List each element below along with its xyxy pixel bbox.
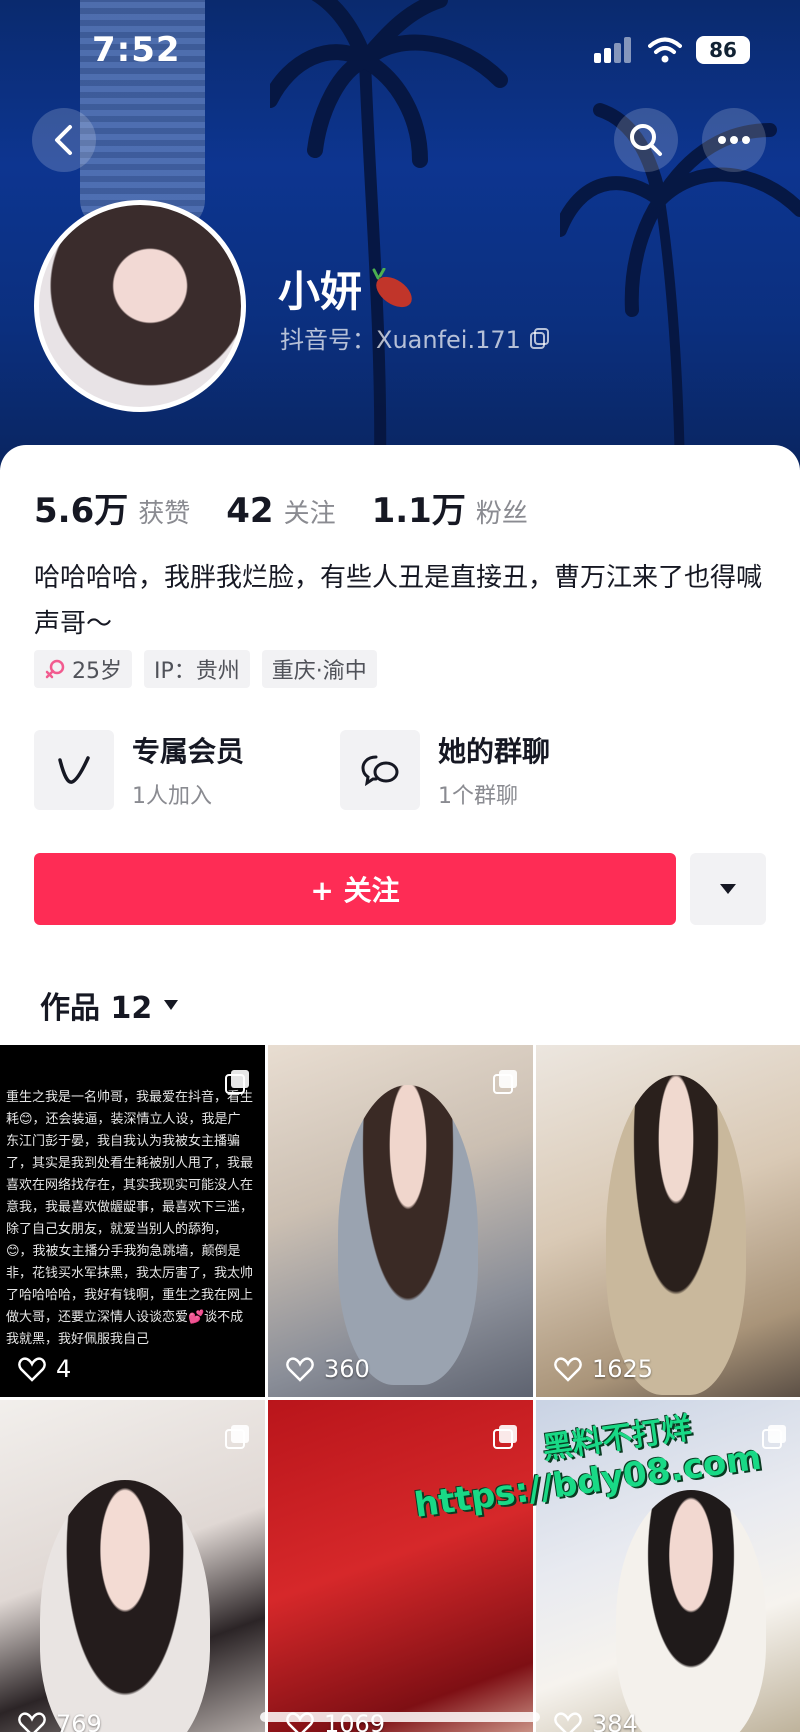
multi-image-icon	[762, 1425, 786, 1449]
multi-image-icon	[225, 1070, 249, 1094]
multi-image-icon	[493, 1070, 517, 1094]
post-text-content: 重生之我是一名帅哥，我最爱在抖音，看生耗😊，还会装逼，装深情立人设，我是广东江门…	[6, 1090, 254, 1347]
likes-count: 360	[324, 1355, 370, 1383]
wifi-icon	[648, 37, 682, 63]
post-image-subject	[606, 1075, 746, 1395]
douyin-id-row[interactable]: 抖音号：Xuanfei.171	[280, 320, 551, 355]
tab-works-label: 作品 12	[40, 991, 153, 1026]
stat-label: 粉丝	[475, 499, 528, 529]
post-likes: 360	[286, 1355, 370, 1383]
profile-name-row: 小妍	[278, 258, 416, 319]
service-subtitle: 1个群聊	[438, 784, 518, 809]
female-icon	[45, 659, 65, 679]
member-v-icon	[58, 756, 90, 784]
signal-icon	[594, 37, 631, 63]
stat-value: 1.1万	[371, 491, 466, 531]
heart-icon	[18, 1357, 46, 1382]
post-thumbnail[interactable]: 360	[268, 1045, 533, 1397]
post-thumbnail[interactable]: 769	[0, 1400, 265, 1732]
tag-location: 重庆·渝中	[261, 650, 377, 688]
service-text: 她的群聊 1个群聊	[438, 730, 550, 810]
works-grid: 重生之我是一名帅哥，我最爱在抖音，看生耗😊，还会装逼，装深情立人设，我是广东江门…	[0, 1045, 800, 1732]
post-likes: 769	[18, 1710, 102, 1732]
profile-tags: 25岁 IP：贵州 重庆·渝中	[34, 650, 377, 688]
tab-works[interactable]: 作品 12	[40, 983, 180, 1027]
copy-icon[interactable]	[529, 327, 551, 349]
likes-count: 4	[56, 1355, 72, 1383]
service-text: 专属会员 1人加入	[132, 730, 244, 810]
profile-name: 小妍	[278, 267, 363, 316]
tag-label: 重庆·渝中	[271, 659, 367, 684]
post-thumbnail[interactable]: 重生之我是一名帅哥，我最爱在抖音，看生耗😊，还会装逼，装深情立人设，我是广东江门…	[0, 1045, 265, 1397]
stat-value: 5.6万	[34, 491, 129, 531]
follow-dropdown-button[interactable]	[690, 853, 766, 925]
service-subtitle: 1人加入	[132, 784, 212, 809]
search-icon	[630, 124, 662, 156]
status-icons: 86	[594, 36, 750, 64]
douyin-id: 抖音号：Xuanfei.171	[280, 326, 521, 354]
chevron-left-icon	[55, 125, 72, 155]
caret-down-icon	[164, 1000, 179, 1010]
multi-image-icon	[225, 1425, 249, 1449]
status-time: 7:52	[92, 30, 181, 70]
stats-row: 5.6万 获赞 42 关注 1.1万 粉丝	[34, 483, 528, 532]
heart-icon	[554, 1712, 582, 1732]
palm-tree-silhouette	[270, 0, 508, 470]
post-likes: 1625	[554, 1355, 653, 1383]
sweet-potato-icon	[372, 267, 412, 307]
post-image-subject	[40, 1480, 210, 1732]
more-dots-icon	[718, 136, 750, 144]
caret-down-icon	[720, 884, 736, 894]
likes-count: 769	[56, 1710, 102, 1732]
home-indicator[interactable]	[260, 1712, 540, 1722]
search-button[interactable]	[614, 108, 678, 172]
tag-age: 25岁	[34, 650, 132, 688]
stat-value: 42	[226, 491, 274, 531]
post-likes: 4	[18, 1355, 71, 1383]
group-chat-entry[interactable]: 她的群聊 1个群聊	[340, 730, 590, 810]
stat-likes[interactable]: 5.6万 获赞	[34, 483, 190, 532]
follow-button[interactable]: + 关注	[34, 853, 676, 925]
more-options-button[interactable]	[702, 108, 766, 172]
services-row: 专属会员 1人加入 她的群聊 1个群聊	[34, 730, 590, 810]
likes-count: 384	[592, 1710, 638, 1732]
stat-label: 关注	[283, 499, 336, 529]
profile-bio: 哈哈哈哈，我胖我烂脸，有些人丑是直接丑，曹万江来了也得喊声哥～	[34, 563, 763, 639]
heart-icon	[554, 1357, 582, 1382]
group-chat-icon	[361, 755, 399, 787]
battery-indicator: 86	[696, 36, 750, 64]
service-title: 专属会员	[132, 735, 245, 768]
heart-icon	[18, 1712, 46, 1732]
profile-banner: 7:52 86 小妍 抖音号：Xuanfei.171	[0, 0, 800, 470]
post-likes: 384	[554, 1710, 638, 1732]
back-button[interactable]	[32, 108, 96, 172]
likes-count: 1625	[592, 1355, 654, 1383]
post-image-subject	[338, 1085, 478, 1385]
stat-following[interactable]: 42 关注	[226, 491, 335, 531]
post-thumbnail[interactable]: 1625	[536, 1045, 800, 1397]
heart-icon	[286, 1357, 314, 1382]
stat-label: 获赞	[138, 499, 191, 529]
tag-label: 25岁	[72, 659, 122, 684]
exclusive-member-entry[interactable]: 专属会员 1人加入	[34, 730, 284, 810]
tag-label: IP：贵州	[154, 659, 240, 684]
stat-followers[interactable]: 1.1万 粉丝	[372, 483, 528, 532]
service-icon-box	[340, 730, 420, 810]
tag-ip: IP：贵州	[144, 650, 250, 688]
avatar[interactable]	[34, 200, 246, 412]
service-title: 她的群聊	[438, 735, 551, 768]
post-image-subject	[616, 1490, 766, 1732]
service-icon-box	[34, 730, 114, 810]
